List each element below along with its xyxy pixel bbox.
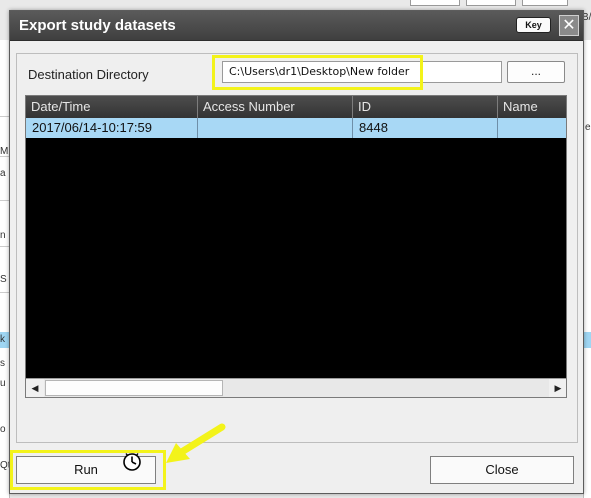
key-button[interactable]: Key bbox=[516, 17, 551, 33]
busy-cursor-icon bbox=[123, 453, 141, 471]
close-icon[interactable]: ✕ bbox=[559, 15, 579, 36]
yellow-arrow-icon bbox=[166, 423, 226, 463]
bg-fragment: s bbox=[0, 358, 5, 369]
column-header-datetime[interactable]: Date/Time bbox=[26, 96, 198, 118]
bg-fragment: o bbox=[0, 424, 6, 435]
bg-fragment: u bbox=[0, 378, 6, 389]
destination-path-field[interactable]: C:\Users\dr1\Desktop\New folder bbox=[222, 61, 502, 83]
bg-fragment: n bbox=[0, 230, 6, 241]
background-toolbar-button bbox=[522, 0, 568, 6]
background-toolbar-button bbox=[410, 0, 460, 6]
close-button[interactable]: Close bbox=[430, 456, 574, 484]
background-right-list: e bbox=[583, 40, 591, 498]
bg-fragment: S bbox=[0, 274, 7, 285]
bg-fragment: a bbox=[0, 168, 6, 179]
cell-datetime: 2017/06/14-10:17:59 bbox=[26, 118, 198, 138]
export-dialog: Export study datasets Key ✕ Destination … bbox=[9, 10, 584, 494]
horizontal-scrollbar[interactable]: ◀ ▶ bbox=[26, 378, 566, 397]
destination-directory-label: Destination Directory bbox=[28, 67, 149, 82]
bg-fragment: M bbox=[0, 146, 9, 157]
cell-id: 8448 bbox=[353, 118, 498, 138]
scroll-left-icon[interactable]: ◀ bbox=[26, 379, 44, 397]
column-header-name[interactable]: Name bbox=[498, 96, 566, 118]
scrollbar-thumb[interactable] bbox=[45, 380, 223, 396]
background-toolbar-button bbox=[466, 0, 516, 6]
cell-name bbox=[498, 118, 566, 138]
bg-fragment: k bbox=[0, 334, 5, 345]
datasets-table: Date/Time Access Number ID Name 2017/06/… bbox=[25, 95, 567, 398]
dialog-title: Export study datasets bbox=[19, 17, 176, 34]
table-row[interactable]: 2017/06/14-10:17:59 8448 bbox=[26, 118, 566, 138]
browse-button[interactable]: ... bbox=[507, 61, 565, 83]
cell-access-number bbox=[198, 118, 353, 138]
table-header: Date/Time Access Number ID Name bbox=[26, 96, 566, 118]
scroll-right-icon[interactable]: ▶ bbox=[549, 379, 566, 397]
column-header-access-number[interactable]: Access Number bbox=[198, 96, 353, 118]
bg-fragment: e bbox=[585, 122, 591, 133]
column-header-id[interactable]: ID bbox=[353, 96, 498, 118]
dialog-titlebar: Export study datasets Key ✕ bbox=[10, 11, 583, 41]
